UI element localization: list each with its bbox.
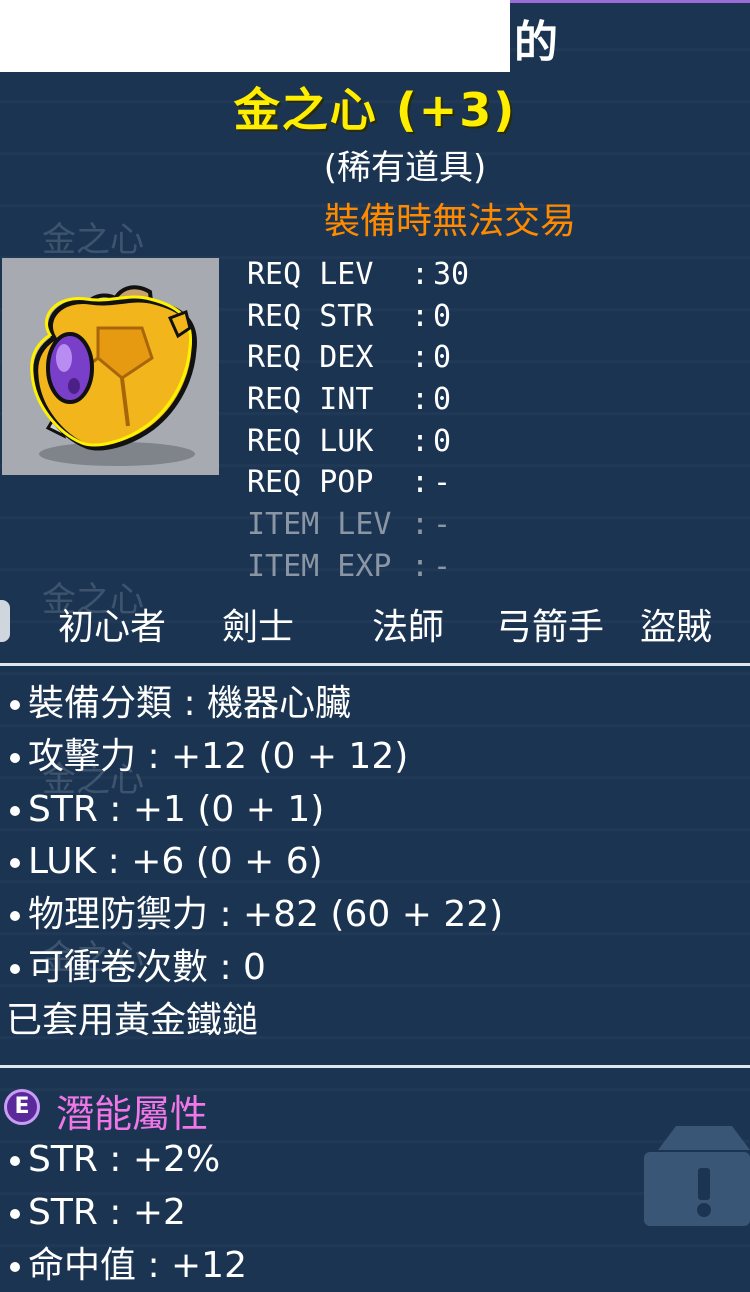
req-row: REQ STR:0 — [247, 296, 469, 338]
locked-chest-icon — [640, 1118, 750, 1232]
req-value: - — [433, 507, 452, 543]
requirements-list: REQ LEV:30 REQ STR:0 REQ DEX:0 REQ INT:0… — [247, 254, 469, 588]
potential-line: STR : +2% — [6, 1134, 247, 1187]
stats-list: 裝備分類 : 機器心臟 攻擊力 : +12 (0 + 12) STR : +1 … — [6, 678, 503, 1048]
job-beginner: 初心者 — [58, 607, 167, 648]
set-effect: 已套用黃金鐵鎚 — [6, 999, 259, 1041]
req-label: REQ LUK — [247, 423, 374, 459]
req-label: REQ INT — [247, 382, 374, 418]
potential-title: 潛能屬性 — [56, 1092, 209, 1136]
req-label: REQ STR — [247, 298, 374, 334]
req-label: REQ DEX — [247, 340, 374, 376]
bullet-icon — [10, 1208, 20, 1219]
req-value: 0 — [433, 382, 452, 418]
stat-line: LUK : +6 (0 + 6) — [6, 836, 503, 889]
req-value: - — [433, 465, 452, 501]
req-row: REQ DEX:0 — [247, 337, 469, 379]
item-name: 金之心 (+3) — [233, 83, 517, 137]
req-row: REQ LEV:30 — [247, 254, 469, 296]
top-border — [510, 0, 750, 3]
bullet-icon — [10, 911, 20, 922]
owner-name-redacted — [0, 0, 510, 72]
bullet-icon — [10, 1261, 20, 1272]
req-row: REQ LUK:0 — [247, 421, 469, 463]
watermark-text: 金之心 — [42, 220, 144, 260]
req-value: 30 — [433, 257, 470, 292]
stat-line: 可衝卷次數 : 0 — [6, 942, 503, 995]
owner-suffix: 的 — [514, 17, 558, 68]
req-value: - — [433, 548, 452, 584]
bullet-icon — [10, 858, 20, 869]
job-archer: 弓箭手 — [496, 607, 605, 648]
item-level-row: ITEM LEV: - — [247, 504, 469, 546]
item-exp-row: ITEM EXP: - — [247, 546, 469, 588]
req-label: ITEM LEV — [247, 507, 392, 543]
req-label: REQ LEV — [247, 257, 374, 292]
potential-grade-badge: E — [4, 1089, 40, 1125]
stat-line: 物理防禦力 : +82 (60 + 22) — [6, 889, 503, 942]
item-icon — [2, 258, 219, 475]
job-list: 初心者 劍士 法師 弓箭手 盜賊 — [0, 598, 750, 648]
item-rarity: (稀有道具) — [323, 148, 487, 188]
potential-line: STR : +2 — [6, 1187, 247, 1240]
bullet-icon — [10, 805, 20, 816]
bullet-icon — [10, 1156, 20, 1166]
req-value: 0 — [433, 340, 452, 376]
potential-stats: STR : +2% STR : +2 命中值 : +12 — [6, 1134, 247, 1292]
stat-line: 攻擊力 : +12 (0 + 12) — [6, 731, 503, 784]
golden-heart-icon — [30, 285, 197, 466]
bullet-icon — [10, 752, 20, 763]
job-magician: 法師 — [372, 607, 445, 648]
req-value: 0 — [433, 423, 452, 459]
req-row: REQ POP: - — [247, 462, 469, 504]
divider — [0, 663, 750, 666]
bullet-icon — [10, 963, 20, 974]
bullet-icon — [10, 700, 20, 710]
req-value: 0 — [433, 298, 452, 334]
job-swordsman: 劍士 — [222, 607, 295, 648]
req-label: ITEM EXP — [247, 548, 392, 584]
stat-line: STR : +1 (0 + 1) — [6, 784, 503, 837]
potential-line: 命中值 : +12 — [6, 1240, 247, 1292]
stat-line: 裝備分類 : 機器心臟 — [6, 678, 503, 731]
divider — [0, 1065, 750, 1068]
job-thief: 盜賊 — [640, 607, 713, 648]
req-row: REQ INT:0 — [247, 379, 469, 421]
req-label: REQ POP — [247, 465, 374, 501]
